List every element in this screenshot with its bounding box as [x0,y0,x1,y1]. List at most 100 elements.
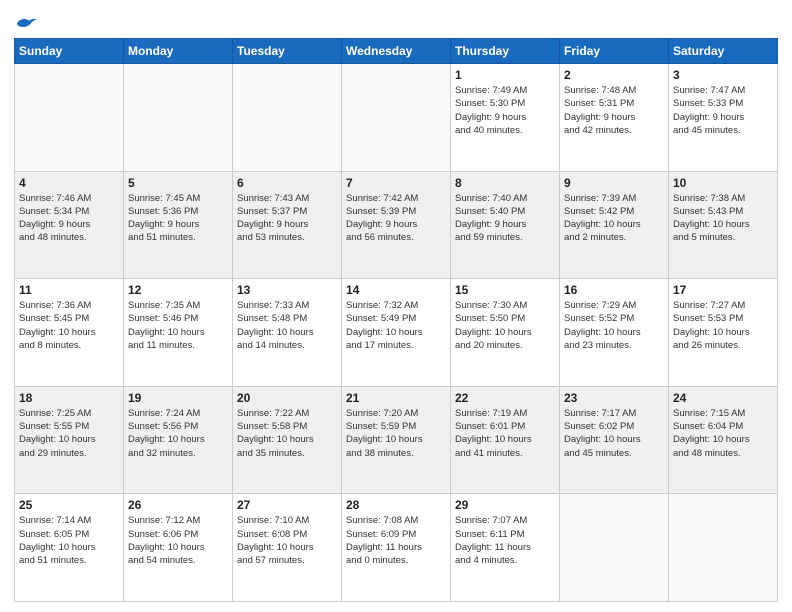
calendar-cell: 10 Sunrise: 7:38 AMSunset: 5:43 PMDayligh… [669,171,778,279]
day-number: 27 [237,498,337,512]
day-number: 13 [237,283,337,297]
day-number: 6 [237,176,337,190]
day-info: Sunrise: 7:12 AMSunset: 6:06 PMDaylight:… [128,514,228,567]
calendar-cell: 27 Sunrise: 7:10 AMSunset: 6:08 PMDayligh… [233,494,342,602]
calendar-cell [124,64,233,172]
calendar-day-header: Sunday [15,39,124,64]
calendar-day-header: Friday [560,39,669,64]
day-info: Sunrise: 7:07 AMSunset: 6:11 PMDaylight:… [455,514,555,567]
calendar-cell: 15 Sunrise: 7:30 AMSunset: 5:50 PMDayligh… [451,279,560,387]
day-number: 28 [346,498,446,512]
calendar-cell [560,494,669,602]
calendar-cell: 3 Sunrise: 7:47 AMSunset: 5:33 PMDaylight… [669,64,778,172]
day-number: 16 [564,283,664,297]
day-info: Sunrise: 7:42 AMSunset: 5:39 PMDaylight:… [346,192,446,245]
calendar-cell: 26 Sunrise: 7:12 AMSunset: 6:06 PMDayligh… [124,494,233,602]
day-info: Sunrise: 7:40 AMSunset: 5:40 PMDaylight:… [455,192,555,245]
day-info: Sunrise: 7:45 AMSunset: 5:36 PMDaylight:… [128,192,228,245]
day-info: Sunrise: 7:22 AMSunset: 5:58 PMDaylight:… [237,407,337,460]
day-number: 26 [128,498,228,512]
calendar-cell [342,64,451,172]
day-number: 5 [128,176,228,190]
calendar-cell [15,64,124,172]
day-info: Sunrise: 7:47 AMSunset: 5:33 PMDaylight:… [673,84,773,137]
calendar-cell: 14Sunrise: 7:32 AMSunset: 5:49 PMDayligh… [342,279,451,387]
calendar-day-header: Monday [124,39,233,64]
calendar-cell: 11 Sunrise: 7:36 AMSunset: 5:45 PMDayligh… [15,279,124,387]
calendar-cell: 20 Sunrise: 7:22 AMSunset: 5:58 PMDayligh… [233,386,342,494]
day-info: Sunrise: 7:14 AMSunset: 6:05 PMDaylight:… [19,514,119,567]
day-info: Sunrise: 7:32 AMSunset: 5:49 PMDaylight:… [346,299,446,352]
day-number: 23 [564,391,664,405]
calendar-day-header: Thursday [451,39,560,64]
calendar-cell: 22Sunrise: 7:19 AMSunset: 6:01 PMDayligh… [451,386,560,494]
calendar-day-header: Wednesday [342,39,451,64]
day-number: 2 [564,68,664,82]
day-number: 15 [455,283,555,297]
calendar-cell: 5 Sunrise: 7:45 AMSunset: 5:36 PMDaylight… [124,171,233,279]
calendar-cell: 21 Sunrise: 7:20 AMSunset: 5:59 PMDayligh… [342,386,451,494]
calendar-cell [233,64,342,172]
calendar-cell: 12 Sunrise: 7:35 AMSunset: 5:46 PMDayligh… [124,279,233,387]
day-info: Sunrise: 7:49 AMSunset: 5:30 PMDaylight:… [455,84,555,137]
day-number: 18 [19,391,119,405]
calendar-cell: 4 Sunrise: 7:46 AMSunset: 5:34 PMDaylight… [15,171,124,279]
calendar-cell: 9 Sunrise: 7:39 AMSunset: 5:42 PMDaylight… [560,171,669,279]
day-number: 9 [564,176,664,190]
calendar-cell: 29 Sunrise: 7:07 AMSunset: 6:11 PMDayligh… [451,494,560,602]
calendar-day-header: Tuesday [233,39,342,64]
calendar-cell: 16 Sunrise: 7:29 AMSunset: 5:52 PMDayligh… [560,279,669,387]
calendar-cell: 24Sunrise: 7:15 AMSunset: 6:04 PMDayligh… [669,386,778,494]
calendar-cell: 1 Sunrise: 7:49 AMSunset: 5:30 PMDaylight… [451,64,560,172]
calendar-cell: 25Sunrise: 7:14 AMSunset: 6:05 PMDayligh… [15,494,124,602]
day-number: 19 [128,391,228,405]
calendar-cell: 19 Sunrise: 7:24 AMSunset: 5:56 PMDayligh… [124,386,233,494]
day-number: 21 [346,391,446,405]
calendar-week-row: 1 Sunrise: 7:49 AMSunset: 5:30 PMDaylight… [15,64,778,172]
day-info: Sunrise: 7:33 AMSunset: 5:48 PMDaylight:… [237,299,337,352]
day-info: Sunrise: 7:20 AMSunset: 5:59 PMDaylight:… [346,407,446,460]
day-number: 10 [673,176,773,190]
day-number: 12 [128,283,228,297]
calendar-cell: 18 Sunrise: 7:25 AMSunset: 5:55 PMDayligh… [15,386,124,494]
day-info: Sunrise: 7:10 AMSunset: 6:08 PMDaylight:… [237,514,337,567]
day-number: 1 [455,68,555,82]
day-number: 8 [455,176,555,190]
calendar-header-row: SundayMondayTuesdayWednesdayThursdayFrid… [15,39,778,64]
day-number: 7 [346,176,446,190]
day-number: 4 [19,176,119,190]
day-info: Sunrise: 7:29 AMSunset: 5:52 PMDaylight:… [564,299,664,352]
day-info: Sunrise: 7:17 AMSunset: 6:02 PMDaylight:… [564,407,664,460]
calendar-cell: 6 Sunrise: 7:43 AMSunset: 5:37 PMDaylight… [233,171,342,279]
day-info: Sunrise: 7:25 AMSunset: 5:55 PMDaylight:… [19,407,119,460]
calendar-cell: 2 Sunrise: 7:48 AMSunset: 5:31 PMDaylight… [560,64,669,172]
day-info: Sunrise: 7:48 AMSunset: 5:31 PMDaylight:… [564,84,664,137]
calendar-week-row: 25Sunrise: 7:14 AMSunset: 6:05 PMDayligh… [15,494,778,602]
day-info: Sunrise: 7:24 AMSunset: 5:56 PMDaylight:… [128,407,228,460]
calendar-cell: 28Sunrise: 7:08 AMSunset: 6:09 PMDayligh… [342,494,451,602]
day-info: Sunrise: 7:43 AMSunset: 5:37 PMDaylight:… [237,192,337,245]
day-info: Sunrise: 7:27 AMSunset: 5:53 PMDaylight:… [673,299,773,352]
calendar-week-row: 11 Sunrise: 7:36 AMSunset: 5:45 PMDayligh… [15,279,778,387]
calendar-table: SundayMondayTuesdayWednesdayThursdayFrid… [14,38,778,602]
day-info: Sunrise: 7:38 AMSunset: 5:43 PMDaylight:… [673,192,773,245]
day-number: 29 [455,498,555,512]
day-info: Sunrise: 7:30 AMSunset: 5:50 PMDaylight:… [455,299,555,352]
calendar-cell: 13 Sunrise: 7:33 AMSunset: 5:48 PMDayligh… [233,279,342,387]
day-info: Sunrise: 7:19 AMSunset: 6:01 PMDaylight:… [455,407,555,460]
calendar-week-row: 18 Sunrise: 7:25 AMSunset: 5:55 PMDayligh… [15,386,778,494]
day-info: Sunrise: 7:39 AMSunset: 5:42 PMDaylight:… [564,192,664,245]
calendar-cell: 7 Sunrise: 7:42 AMSunset: 5:39 PMDaylight… [342,171,451,279]
day-info: Sunrise: 7:46 AMSunset: 5:34 PMDaylight:… [19,192,119,245]
day-number: 20 [237,391,337,405]
calendar-cell: 17 Sunrise: 7:27 AMSunset: 5:53 PMDayligh… [669,279,778,387]
logo-bird-icon [16,14,38,32]
day-info: Sunrise: 7:36 AMSunset: 5:45 PMDaylight:… [19,299,119,352]
header [14,10,778,32]
calendar-cell: 8 Sunrise: 7:40 AMSunset: 5:40 PMDaylight… [451,171,560,279]
day-info: Sunrise: 7:35 AMSunset: 5:46 PMDaylight:… [128,299,228,352]
day-number: 3 [673,68,773,82]
day-number: 17 [673,283,773,297]
day-info: Sunrise: 7:15 AMSunset: 6:04 PMDaylight:… [673,407,773,460]
day-number: 11 [19,283,119,297]
